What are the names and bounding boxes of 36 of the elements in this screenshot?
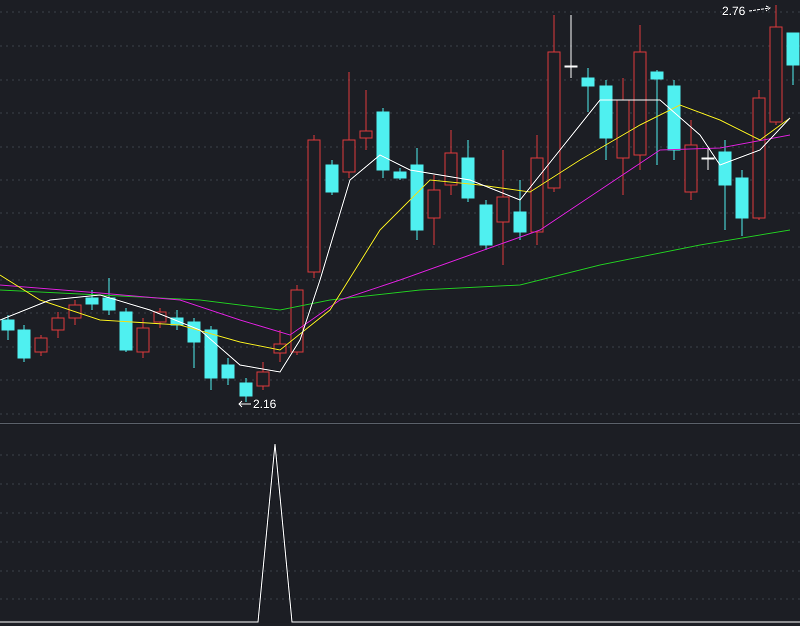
candlestick <box>154 308 166 328</box>
candlestick <box>514 180 526 240</box>
candlestick <box>394 168 406 180</box>
candlestick <box>222 358 234 386</box>
candlestick <box>188 318 200 368</box>
candlestick <box>444 130 458 196</box>
low-price-label: 2.16 <box>253 398 276 410</box>
candlestick <box>480 200 492 250</box>
arrow-icon <box>748 5 772 13</box>
candlestick <box>170 310 184 330</box>
candlestick <box>582 68 594 112</box>
candlestick <box>86 290 98 310</box>
candlestick <box>564 14 578 78</box>
candlestick <box>428 174 440 246</box>
candlestick <box>274 330 286 362</box>
candlestick <box>240 378 252 402</box>
candlestick <box>326 160 338 196</box>
candlestick <box>34 334 48 356</box>
candlestick <box>52 312 64 338</box>
candlestick <box>102 278 116 316</box>
candlestick <box>786 32 800 86</box>
candlestick <box>462 140 474 202</box>
candlestick <box>120 308 132 352</box>
candlestick <box>736 170 748 236</box>
candlestick <box>290 284 304 356</box>
candlestick <box>136 318 150 358</box>
candlestick <box>376 108 390 178</box>
high-price-label: 2.76 <box>722 5 746 17</box>
candlestick <box>2 314 14 340</box>
candlestick <box>702 148 714 170</box>
candlestick <box>18 324 30 362</box>
candlestick <box>204 326 218 390</box>
arrow-icon <box>238 400 252 408</box>
candlestick <box>68 300 82 326</box>
candlestick <box>360 90 372 150</box>
candlestick <box>256 362 270 390</box>
